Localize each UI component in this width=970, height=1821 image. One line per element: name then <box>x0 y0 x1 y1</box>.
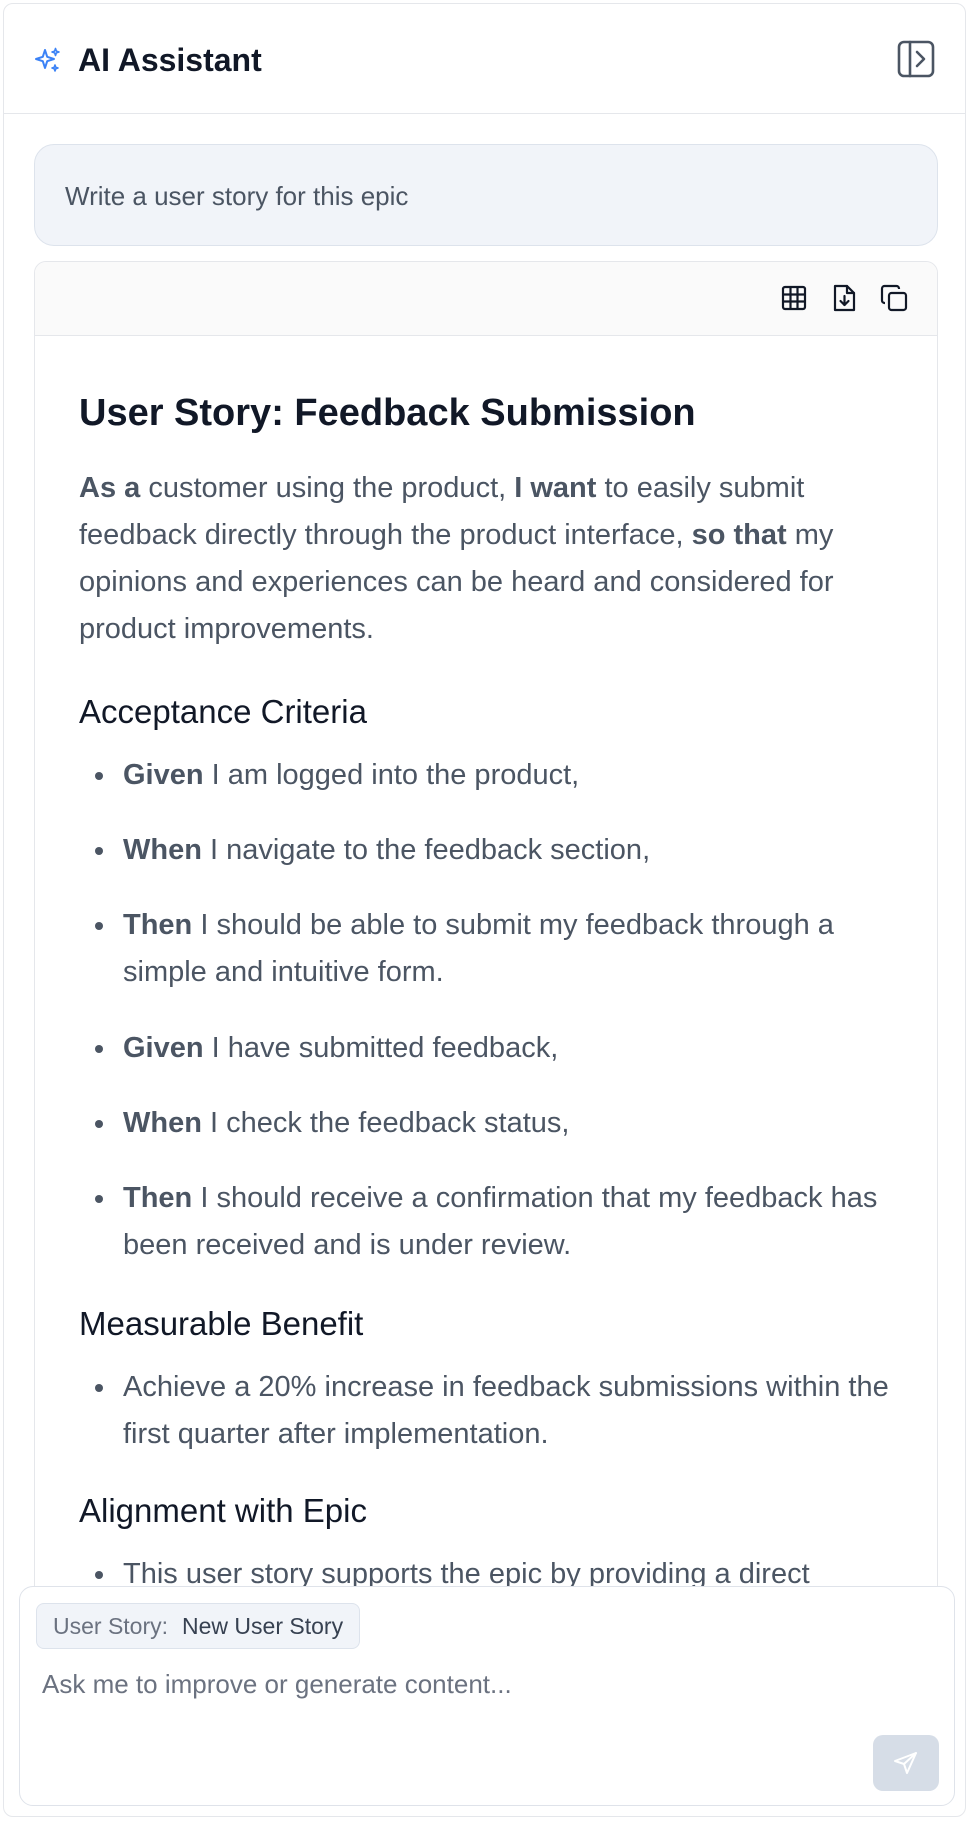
i-want-label: I want <box>514 472 597 504</box>
send-icon <box>894 1752 917 1774</box>
sparkles-icon <box>35 47 60 72</box>
measurable-benefit-heading: Measurable Benefit <box>79 1305 364 1342</box>
assistant-response-card: User Story: Feedback Submission As a cus… <box>34 261 938 1601</box>
table-icon <box>781 285 807 311</box>
acceptance-criteria-heading: Acceptance Criteria <box>79 693 367 730</box>
context-chip-label: User Story: <box>53 1612 169 1639</box>
criteria-keyword: When <box>123 834 202 866</box>
list-item: When I check the feedback status, <box>79 1100 909 1147</box>
as-a-label: As a <box>79 472 141 504</box>
criteria-keyword: Given <box>123 759 204 791</box>
criteria-text: I should be able to submit my feedback t… <box>123 909 834 988</box>
message-input[interactable] <box>42 1667 922 1727</box>
criteria-text: I should receive a confirmation that my … <box>123 1182 878 1261</box>
insert-table-button[interactable] <box>778 282 810 314</box>
panel-title: AI Assistant <box>78 42 262 78</box>
list-item: When I navigate to the feedback section, <box>79 827 909 874</box>
list-item: Achieve a 20% increase in feedback submi… <box>79 1364 909 1458</box>
list-item: Then I should receive a confirmation tha… <box>79 1175 909 1269</box>
story-statement: As a customer using the product, I want … <box>79 465 909 653</box>
context-chip-value: New User Story <box>182 1612 344 1639</box>
criteria-text: I check the feedback status, <box>201 1107 570 1139</box>
story-title: User Story: Feedback Submission <box>79 392 696 434</box>
criteria-keyword: Then <box>123 909 193 941</box>
as-a-text: customer using the product, <box>140 472 515 504</box>
list-item: Given I am logged into the product, <box>79 752 909 799</box>
copy-icon <box>880 284 908 312</box>
download-button[interactable] <box>828 282 860 314</box>
list-item: Then I should be able to submit my feedb… <box>79 902 909 996</box>
criteria-keyword: When <box>123 1107 202 1139</box>
list-item: Given I have submitted feedback, <box>79 1025 909 1072</box>
context-chip[interactable]: User Story: New User Story <box>36 1603 361 1649</box>
response-toolbar <box>35 262 937 336</box>
criteria-keyword: Given <box>123 1032 204 1064</box>
so-that-label: so that <box>691 519 787 551</box>
criteria-text: I am logged into the product, <box>203 759 580 791</box>
ai-assistant-panel: AI Assistant Write a user story for this… <box>3 3 966 1817</box>
user-prompt-text: Write a user story for this epic <box>65 181 409 211</box>
user-prompt-bubble: Write a user story for this epic <box>34 144 938 246</box>
copy-button[interactable] <box>878 282 910 314</box>
criteria-keyword: Then <box>123 1182 193 1214</box>
panel-header: AI Assistant <box>4 4 965 114</box>
message-composer: User Story: New User Story <box>19 1586 955 1806</box>
send-button[interactable] <box>873 1735 939 1791</box>
download-file-icon <box>833 284 856 312</box>
alignment-heading: Alignment with Epic <box>79 1492 367 1529</box>
criteria-text: I have submitted feedback, <box>203 1032 559 1064</box>
panel-right-icon[interactable] <box>897 40 935 78</box>
criteria-text: I navigate to the feedback section, <box>201 834 651 866</box>
